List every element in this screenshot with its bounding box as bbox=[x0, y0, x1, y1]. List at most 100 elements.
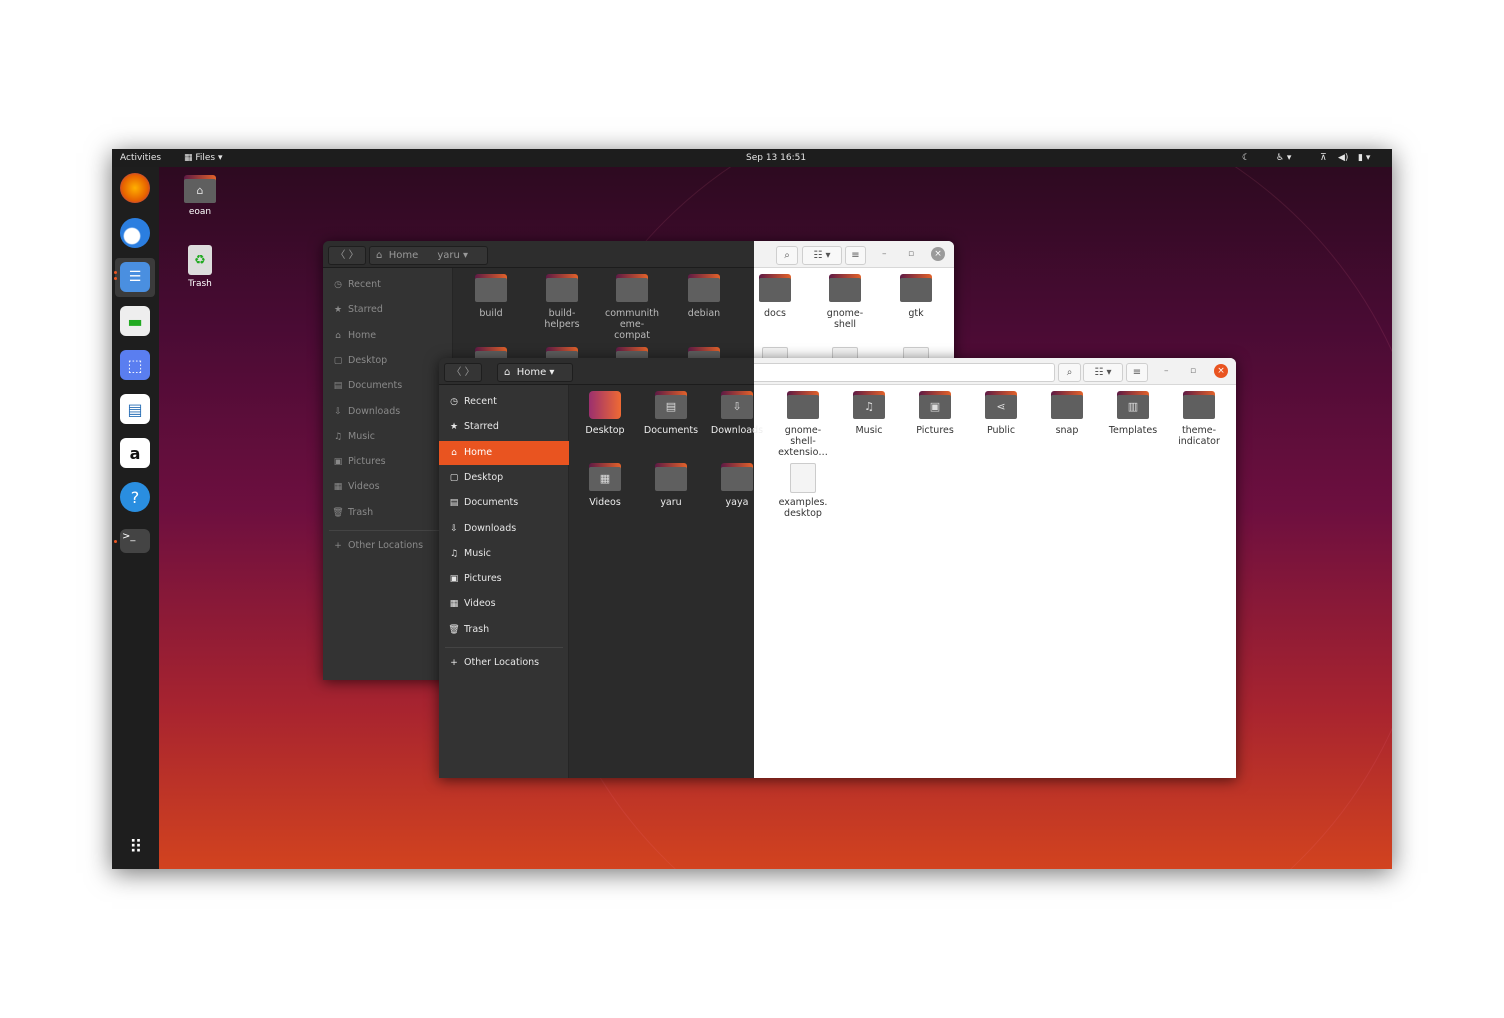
menu-button[interactable]: ≡ bbox=[1126, 363, 1148, 382]
file-item-label: yaru bbox=[660, 497, 682, 508]
sidebar-item-label: Desktop bbox=[464, 471, 504, 483]
sidebar-item-trash[interactable]: 🗑 Trash bbox=[323, 501, 453, 525]
sidebar-icon: ★ bbox=[449, 422, 459, 433]
app-menu-files[interactable]: ▦ Files ▾ bbox=[184, 149, 223, 167]
file-item[interactable]: ▣ Pictures bbox=[905, 391, 965, 436]
file-item[interactable]: ♫ Music bbox=[839, 391, 899, 436]
desktop-icon-trash[interactable]: ♻ Trash bbox=[175, 245, 225, 289]
file-item-label: gnome- shell- extensio… bbox=[778, 425, 828, 458]
path-home[interactable]: Home bbox=[517, 367, 547, 378]
folder-icon bbox=[616, 274, 648, 302]
accessibility-menu[interactable]: ♿ ▾ bbox=[1276, 149, 1291, 167]
folder-icon bbox=[1183, 391, 1215, 419]
sidebar-item-music[interactable]: ♫ Music bbox=[323, 425, 453, 449]
sidebar-item-pictures[interactable]: ▣ Pictures bbox=[323, 450, 453, 474]
file-item[interactable]: yaru bbox=[641, 463, 701, 508]
sidebar-item-documents[interactable]: ▤ Documents bbox=[323, 374, 453, 398]
battery-icon[interactable]: ▮ ▾ bbox=[1358, 149, 1370, 167]
terminal-icon[interactable]: >_ bbox=[120, 529, 150, 553]
view-options-button[interactable]: ☷ ▾ bbox=[1083, 363, 1123, 382]
sidebar-icon: ▢ bbox=[449, 472, 459, 483]
file-item[interactable]: debian bbox=[674, 274, 734, 319]
file-item[interactable]: snap bbox=[1037, 391, 1097, 436]
minimize-button[interactable]: – bbox=[1164, 366, 1169, 376]
amazon-icon[interactable]: a bbox=[120, 438, 150, 468]
clock[interactable]: Sep 13 16:51 bbox=[746, 149, 806, 167]
close-button[interactable]: × bbox=[931, 247, 945, 261]
sidebar-item-label: Home bbox=[464, 446, 493, 458]
sidebar-item-label: Music bbox=[464, 547, 492, 559]
show-applications-icon[interactable]: ⠿ bbox=[120, 832, 150, 862]
folder-icon bbox=[589, 391, 621, 419]
sidebar-item-trash[interactable]: 🗑 Trash bbox=[439, 618, 569, 642]
file-item[interactable]: build bbox=[461, 274, 521, 319]
sidebar-item-recent[interactable]: ◷ Recent bbox=[323, 273, 453, 297]
path-bar-light[interactable] bbox=[754, 363, 1055, 382]
path-yaru[interactable]: yaru bbox=[437, 250, 460, 261]
libreoffice-writer-icon[interactable]: ▤ bbox=[120, 394, 150, 424]
sidebar-item-label: Other Locations bbox=[348, 540, 424, 551]
file-item[interactable]: ▦ Videos bbox=[575, 463, 635, 508]
firefox-icon[interactable] bbox=[120, 173, 150, 203]
view-options-button[interactable]: ☷ ▾ bbox=[802, 246, 842, 265]
file-item[interactable]: ▤ Documents bbox=[641, 391, 701, 436]
network-icon[interactable]: ⊼ bbox=[1320, 149, 1327, 167]
sidebar-item-home[interactable]: ⌂ Home bbox=[323, 324, 453, 348]
path-home[interactable]: Home bbox=[389, 250, 419, 261]
file-item[interactable]: theme- indicator bbox=[1169, 391, 1229, 447]
sidebar-item-documents[interactable]: ▤ Documents bbox=[439, 491, 569, 515]
search-button[interactable]: ⌕ bbox=[1058, 363, 1081, 382]
sidebar-item-label: Recent bbox=[348, 279, 381, 290]
sidebar: ◷ Recent ★ Starred ⌂ Home ▢ Desktop ▤ Documents ⇩ D… bbox=[439, 385, 569, 778]
path-bar[interactable]: ⌂ Home yaru ▾ bbox=[369, 246, 488, 265]
desktop-screen: Activities ▦ Files ▾ Sep 13 16:51 ☾ ♿ ▾ … bbox=[112, 149, 1392, 869]
file-item[interactable]: examples. desktop bbox=[773, 463, 833, 519]
desktop-icon-eoan[interactable]: ⌂ eoan bbox=[175, 175, 225, 217]
back-forward-buttons[interactable]: 〈 〉 bbox=[328, 246, 366, 265]
sidebar-item-desktop[interactable]: ▢ Desktop bbox=[323, 349, 453, 373]
maximize-button[interactable]: ▫ bbox=[908, 249, 914, 259]
file-item[interactable]: yaya bbox=[707, 463, 767, 508]
sidebar-item-home[interactable]: ⌂ Home bbox=[439, 440, 569, 465]
sidebar-item-downloads[interactable]: ⇩ Downloads bbox=[323, 400, 453, 424]
close-button[interactable]: × bbox=[1214, 364, 1228, 378]
maximize-button[interactable]: ▫ bbox=[1190, 366, 1196, 376]
file-item[interactable]: docs bbox=[745, 274, 805, 319]
file-item[interactable]: ▥ Templates bbox=[1103, 391, 1163, 436]
minimize-button[interactable]: – bbox=[882, 249, 887, 259]
sidebar-item-starred[interactable]: ★ Starred bbox=[323, 298, 453, 322]
volume-icon[interactable]: ◀) bbox=[1338, 149, 1348, 167]
file-item[interactable]: ⇩ Downloads bbox=[707, 391, 767, 436]
file-item[interactable]: build- helpers bbox=[532, 274, 592, 330]
path-bar[interactable]: ⌂ Home ▾ bbox=[497, 363, 573, 382]
file-item[interactable]: Desktop bbox=[575, 391, 635, 436]
thunderbird-icon[interactable] bbox=[120, 218, 150, 248]
sidebar-item-other-locations[interactable]: + Other Locations bbox=[323, 534, 453, 558]
sidebar-item-label: Pictures bbox=[464, 573, 502, 585]
back-forward-buttons[interactable]: 〈 〉 bbox=[444, 363, 482, 382]
file-item[interactable]: gnome- shell- extensio… bbox=[773, 391, 833, 458]
settings-icon[interactable]: ▬ bbox=[120, 306, 150, 336]
sidebar-item-videos[interactable]: ▦ Videos bbox=[323, 475, 453, 499]
files-icon[interactable]: ☰ bbox=[120, 262, 150, 292]
sidebar-item-recent[interactable]: ◷ Recent bbox=[439, 390, 569, 414]
sidebar-item-downloads[interactable]: ⇩ Downloads bbox=[439, 517, 569, 541]
help-icon[interactable]: ? bbox=[120, 482, 150, 512]
search-button[interactable]: ⌕ bbox=[776, 246, 798, 265]
activities-button[interactable]: Activities bbox=[120, 149, 161, 167]
file-item[interactable]: ⋖ Public bbox=[971, 391, 1031, 436]
folder-icon bbox=[688, 274, 720, 302]
home-icon: ⌂ bbox=[504, 367, 511, 378]
file-item[interactable]: gtk bbox=[886, 274, 946, 319]
sidebar-item-music[interactable]: ♫ Music bbox=[439, 542, 569, 566]
sidebar-item-pictures[interactable]: ▣ Pictures bbox=[439, 567, 569, 591]
file-item[interactable]: communith eme- compat bbox=[602, 274, 662, 341]
screenshot-icon[interactable]: ⬚ bbox=[120, 350, 150, 380]
file-item[interactable]: gnome- shell bbox=[815, 274, 875, 330]
sidebar-item-starred[interactable]: ★ Starred bbox=[439, 415, 569, 439]
menu-button[interactable]: ≡ bbox=[845, 246, 866, 265]
folder-icon bbox=[655, 463, 687, 491]
sidebar-item-other-locations[interactable]: + Other Locations bbox=[439, 651, 569, 675]
sidebar-item-desktop[interactable]: ▢ Desktop bbox=[439, 466, 569, 490]
sidebar-item-videos[interactable]: ▦ Videos bbox=[439, 592, 569, 616]
